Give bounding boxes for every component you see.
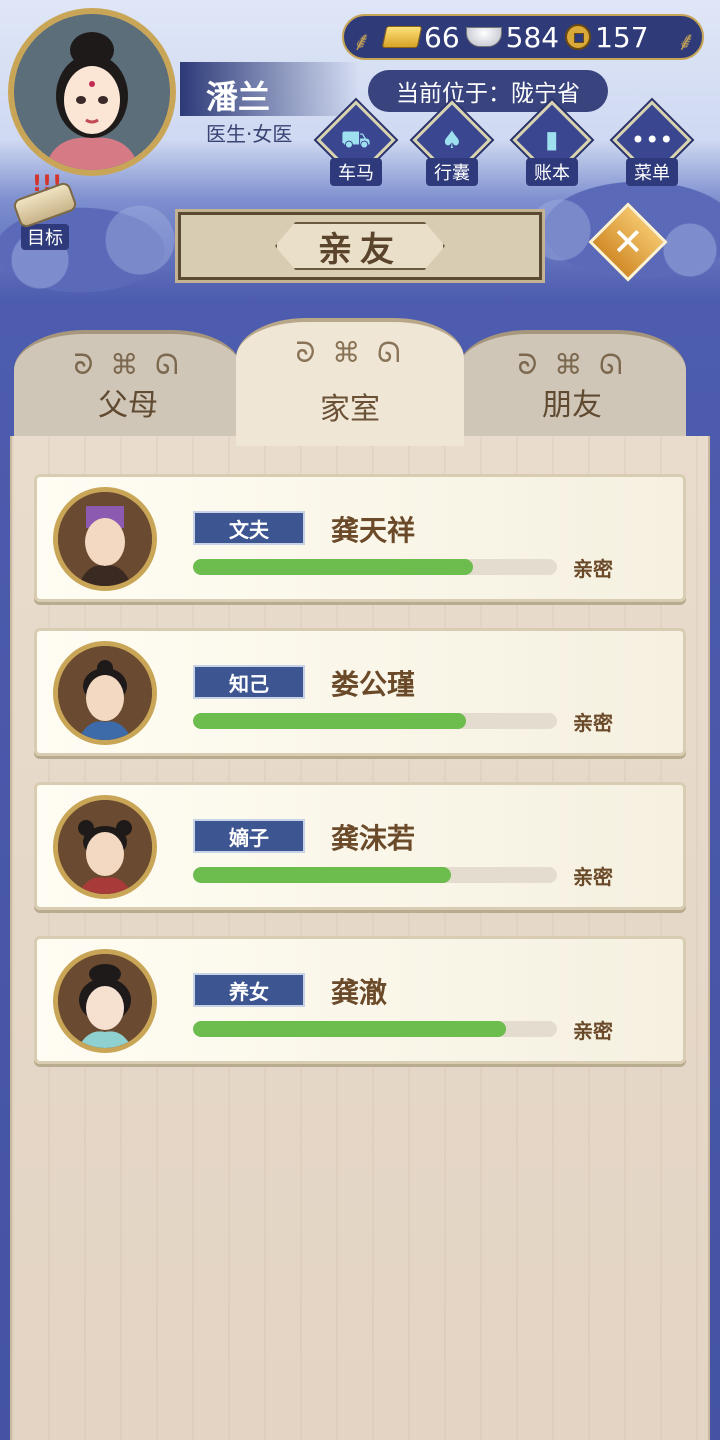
nav-label: 菜单 xyxy=(626,158,678,186)
relation-role-badge: 文夫 xyxy=(193,511,305,545)
silver-value: 584 xyxy=(505,20,560,54)
gold-counter[interactable]: 66 xyxy=(381,20,460,54)
tab-label: 家室 xyxy=(320,392,380,427)
relation-status: 亲密 xyxy=(573,557,613,581)
relation-card[interactable]: 养女 龚澈 亲密 xyxy=(34,936,686,1064)
relation-card[interactable]: 嫡子 龚沫若 亲密 xyxy=(34,782,686,910)
husband-avatar xyxy=(53,487,157,591)
nav-label: 账本 xyxy=(526,158,578,186)
nav-ledger-button[interactable]: ▮ 账本 xyxy=(510,100,594,188)
closeness-bar-fill xyxy=(193,713,466,729)
nav-label: 行囊 xyxy=(426,158,478,186)
panel-title: 亲友 xyxy=(275,222,445,270)
relation-name: 龚沫若 xyxy=(331,822,416,855)
goal-button[interactable]: !!! 目标 xyxy=(10,172,80,250)
player-title: 医生·女医 xyxy=(206,122,293,146)
relation-status: 亲密 xyxy=(573,1019,613,1043)
tab-label: 朋友 xyxy=(542,388,602,423)
bamboo-icon: ⸙ xyxy=(676,27,696,57)
son-avatar xyxy=(53,795,157,899)
gold-value: 66 xyxy=(424,20,460,54)
closeness-bar-fill xyxy=(193,867,452,883)
player-name: 潘兰 xyxy=(180,62,360,116)
cloud-swirl-icon: ᘐ ⌘ ᘏ xyxy=(73,348,183,381)
cloud-swirl-icon: ᘐ ⌘ ᘏ xyxy=(295,336,405,369)
location-indicator: 当前位于：陇宁省 xyxy=(368,70,608,112)
relation-name: 娄公瑾 xyxy=(331,668,416,701)
daughter-avatar xyxy=(53,949,157,1053)
closeness-bar xyxy=(193,713,557,729)
tab-family[interactable]: ᘐ ⌘ ᘏ 家室 xyxy=(236,318,464,446)
copper-coin-icon xyxy=(565,24,592,50)
close-icon: ✕ xyxy=(612,220,644,264)
coin-value: 157 xyxy=(595,20,649,54)
relation-card[interactable]: 知己 娄公瑾 亲密 xyxy=(34,628,686,756)
closeness-bar-fill xyxy=(193,1021,507,1037)
confidant-avatar xyxy=(53,641,157,745)
closeness-bar xyxy=(193,867,557,883)
goal-label: 目标 xyxy=(21,224,69,250)
scroll-icon xyxy=(11,180,79,230)
gold-ingot-icon xyxy=(381,26,423,48)
relation-name: 龚天祥 xyxy=(331,514,416,547)
currency-bar: ⸙ 66 584 157 ⸙ xyxy=(342,14,704,60)
relation-card[interactable]: 文夫 龚天祥 亲密 xyxy=(34,474,686,602)
nav-menu-button[interactable]: ••• 菜单 xyxy=(610,100,694,188)
player-avatar[interactable] xyxy=(8,8,176,176)
closeness-bar xyxy=(193,559,557,575)
silver-counter[interactable]: 584 xyxy=(465,20,560,54)
nav-label: 车马 xyxy=(330,158,382,186)
relation-role-badge: 养女 xyxy=(193,973,305,1007)
relation-role-badge: 嫡子 xyxy=(193,819,305,853)
silver-ingot-icon xyxy=(465,27,502,47)
closeness-bar-fill xyxy=(193,559,474,575)
relation-role-badge: 知己 xyxy=(193,665,305,699)
woman-portrait-icon xyxy=(14,14,170,170)
closeness-bar xyxy=(193,1021,557,1037)
cloud-swirl-icon: ᘐ ⌘ ᘏ xyxy=(517,348,627,381)
tab-friends[interactable]: ᘐ ⌘ ᘏ 朋友 xyxy=(458,330,686,442)
relation-name: 龚澈 xyxy=(331,976,388,1009)
relation-status: 亲密 xyxy=(573,711,613,735)
nav-carriage-button[interactable]: ⛟ 车马 xyxy=(314,100,398,188)
tab-label: 父母 xyxy=(98,388,158,423)
tab-parents[interactable]: ᘐ ⌘ ᘏ 父母 xyxy=(14,330,242,442)
bamboo-icon: ⸙ xyxy=(352,27,372,57)
panel-title-plaque: 亲友 xyxy=(175,209,545,283)
nav-bundle-button[interactable]: ♠ 行囊 xyxy=(410,100,494,188)
relation-status: 亲密 xyxy=(573,865,613,889)
coin-counter[interactable]: 157 xyxy=(565,20,649,54)
